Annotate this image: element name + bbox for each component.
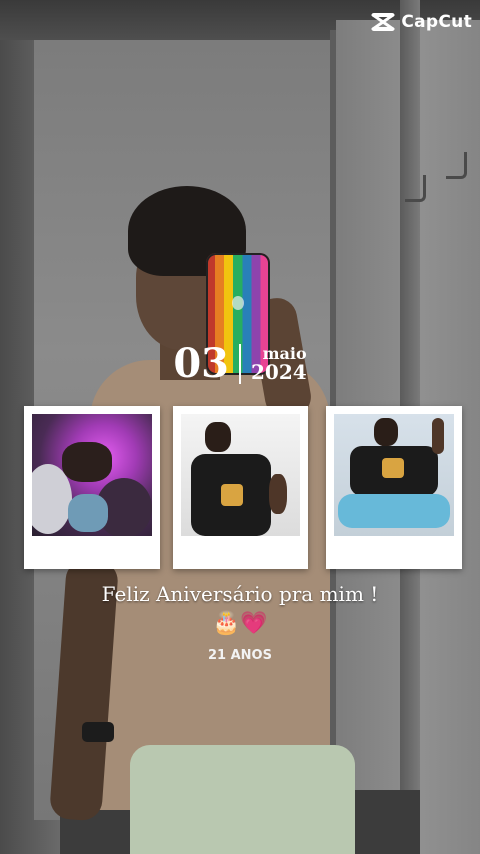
person-arm (269, 474, 287, 514)
cake-heart-emojis: 🎂💗 (212, 610, 268, 635)
date-month-year: maio 2024 (251, 346, 307, 384)
polaroid-photo-2 (173, 406, 308, 569)
jeans (68, 494, 108, 532)
polaroid-photo-3 (326, 406, 462, 569)
watch (82, 722, 114, 742)
capcut-logo-icon (371, 13, 395, 31)
phone-logo (232, 296, 244, 310)
polaroid-photo-1 (24, 406, 160, 569)
person-head (374, 418, 398, 446)
person-head (205, 422, 231, 452)
hook-icon (446, 152, 467, 179)
photo-balloons (32, 414, 152, 536)
date-year: 2024 (251, 360, 307, 384)
age-label: 21 ANOS (208, 648, 272, 663)
hook-icon (405, 175, 426, 202)
person-figure (62, 442, 112, 482)
blue-pants (338, 494, 450, 528)
capcut-watermark: CapCut (371, 12, 472, 32)
photo-person-sitting (334, 414, 454, 536)
photo-person-standing (181, 414, 300, 536)
tshirt-print (382, 458, 404, 478)
tshirt-print (221, 484, 243, 506)
birthday-caption: Feliz Aniversário pra mim ! 🎂💗 21 ANOS (0, 582, 480, 663)
date-day: 03 (173, 340, 229, 387)
person-shorts (130, 745, 355, 854)
birthday-message: Feliz Aniversário pra mim ! (101, 582, 379, 606)
capcut-brand-text: CapCut (401, 12, 472, 32)
date-separator (239, 344, 241, 384)
date-stamp: 03 maio 2024 (0, 344, 480, 384)
person-arm-raised (432, 418, 444, 454)
